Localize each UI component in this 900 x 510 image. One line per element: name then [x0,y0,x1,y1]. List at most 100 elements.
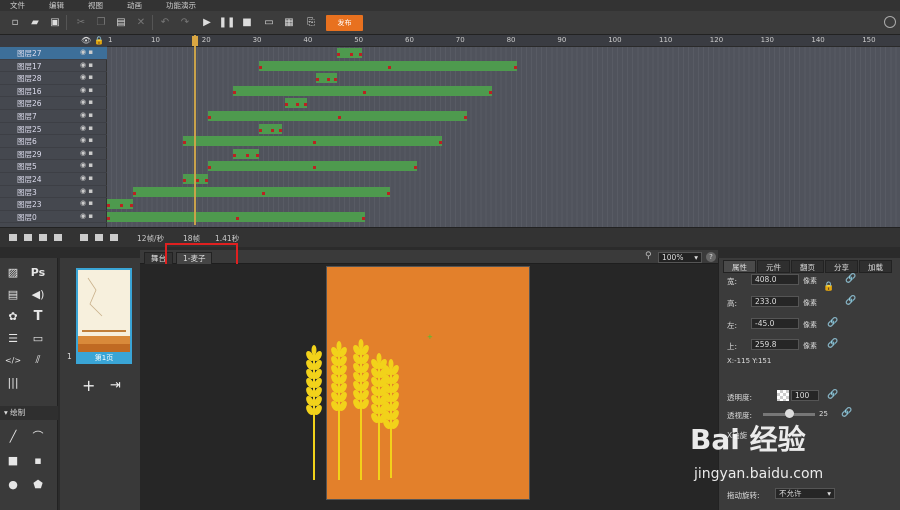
keyframe[interactable] [259,65,262,69]
keyframe[interactable] [285,103,288,107]
play-icon[interactable]: ▶ [200,15,214,29]
add-page-icon[interactable]: + [82,376,95,395]
layer-visibility-lock-icons[interactable]: ◉ ▪ [80,48,93,56]
keyframe[interactable] [183,141,186,145]
tab-share[interactable]: 分享 [825,260,858,273]
clear-icon[interactable] [110,234,118,241]
tab-load[interactable]: 加载 [859,260,892,273]
playhead[interactable] [194,35,196,225]
keyframe[interactable] [130,204,133,208]
frame-grid[interactable] [107,47,900,227]
link-icon[interactable]: 🔗 [827,318,838,328]
layer-row[interactable]: 图层17 ◉ ▪ [0,60,107,73]
keyframe[interactable] [107,216,110,220]
settings-icon[interactable] [884,16,896,28]
layer-visibility-lock-icons[interactable]: ◉ ▪ [80,212,93,220]
keyframe[interactable] [133,191,136,195]
layer-visibility-lock-icons[interactable]: ◉ ▪ [80,149,93,157]
keyframe[interactable] [362,216,365,220]
keyframe[interactable] [296,103,299,107]
keyframe[interactable] [316,78,319,82]
keyframe[interactable] [387,191,390,195]
keyframe[interactable] [196,179,199,182]
keyframe[interactable] [183,179,186,182]
barcode-icon[interactable]: ||| [5,374,21,390]
keyframe[interactable] [259,128,262,132]
drag-rotate-select[interactable]: 不允许 ▾ [775,488,835,499]
keyframe[interactable] [514,65,517,69]
keyframe[interactable] [313,166,316,170]
draw-section-header[interactable]: ▾ 绘制 [0,406,58,420]
layer-visibility-lock-icons[interactable]: ◉ ▪ [80,98,93,106]
link-icon[interactable]: 🔗 [841,408,852,418]
keyframe[interactable] [246,153,249,157]
paste-icon[interactable]: ▤ [114,15,128,29]
publish-button[interactable]: 发布 [326,15,363,31]
layer-visibility-lock-icons[interactable]: ◉ ▪ [80,199,93,207]
layer-visibility-lock-icons[interactable]: ◉ ▪ [80,187,93,195]
keyframe[interactable] [208,166,211,170]
layer-row[interactable]: 图层29 ◉ ▪ [0,148,107,161]
add-layer-icon[interactable] [9,234,17,241]
import-page-icon[interactable]: ⇥ [110,378,121,393]
layer-row[interactable]: 图层3 ◉ ▪ [0,186,107,199]
menu-demo[interactable]: 功能演示 [166,0,196,11]
menu-animation[interactable]: 动画 [127,0,142,11]
layer-row[interactable]: 图层0 ◉ ▪ [0,211,107,224]
keyframe[interactable] [489,90,492,94]
keyframe[interactable] [205,179,208,182]
menu-view[interactable]: 视图 [88,0,103,11]
keyframe[interactable] [359,53,362,56]
sound-icon[interactable]: ◀) [30,286,46,302]
pause-icon[interactable]: ❚❚ [219,15,236,29]
link-icon[interactable]: 🔗 [827,339,838,349]
picture-icon[interactable]: ▤ [5,286,21,302]
line-icon[interactable]: ╱ [5,428,21,444]
top-field[interactable]: 259.8 [751,339,799,350]
frame-icon[interactable] [80,234,88,241]
layer-row[interactable]: 图层25 ◉ ▪ [0,123,107,136]
image-icon[interactable]: ▨ [5,264,21,280]
keyframe[interactable] [414,166,417,170]
eye-icon[interactable]: 👁 [81,36,91,45]
help-icon[interactable]: ? [706,252,716,262]
keyframe[interactable] [388,65,391,69]
link-icon[interactable]: 🔗 [845,296,856,306]
keyframe[interactable] [271,128,274,132]
wheat-graphic[interactable] [300,332,410,482]
undo-icon[interactable]: ↶ [158,15,172,29]
keyframe[interactable] [107,204,110,208]
layer-row[interactable]: 图层27 ◉ ▪ [0,47,107,60]
layer-visibility-lock-icons[interactable]: ◉ ▪ [80,111,93,119]
layer-visibility-lock-icons[interactable]: ◉ ▪ [80,73,93,81]
keyframe[interactable] [262,191,265,195]
paragraph-icon[interactable]: ☰ [5,330,21,346]
keyframe[interactable] [327,78,330,82]
folder-icon[interactable] [24,234,32,241]
layer-row[interactable]: 图层7 ◉ ▪ [0,110,107,123]
keyframe[interactable] [233,90,236,94]
text-icon[interactable]: T [30,308,46,324]
opacity-field[interactable]: 100 [791,390,819,401]
comment-icon[interactable]: ▭ [30,330,46,346]
save-icon[interactable]: ▣ [48,15,62,29]
canvas-area[interactable]: + [140,264,718,510]
keyframe[interactable] [439,141,442,145]
lock-ratio-icon[interactable]: 🔒 [823,282,834,292]
page-thumbnail[interactable] [76,268,132,364]
keyframe[interactable] [313,141,316,145]
delete-icon[interactable]: ✕ [134,15,148,29]
keyframe[interactable] [208,116,211,119]
keyframe[interactable] [256,153,259,157]
stop-icon[interactable]: ■ [240,15,254,29]
playhead-handle[interactable] [192,36,198,46]
keyframe[interactable] [350,53,353,56]
layer-visibility-lock-icons[interactable]: ◉ ▪ [80,136,93,144]
keyframe[interactable] [464,116,467,119]
layer-row[interactable]: 图层16 ◉ ▪ [0,85,107,98]
keyframe[interactable] [233,153,236,157]
height-field[interactable]: 233.0 [751,296,799,307]
pentagon-icon[interactable]: ⬟ [30,476,46,492]
preview-icon[interactable]: ▭ [262,15,276,29]
layer-row[interactable]: 图层24 ◉ ▪ [0,173,107,186]
